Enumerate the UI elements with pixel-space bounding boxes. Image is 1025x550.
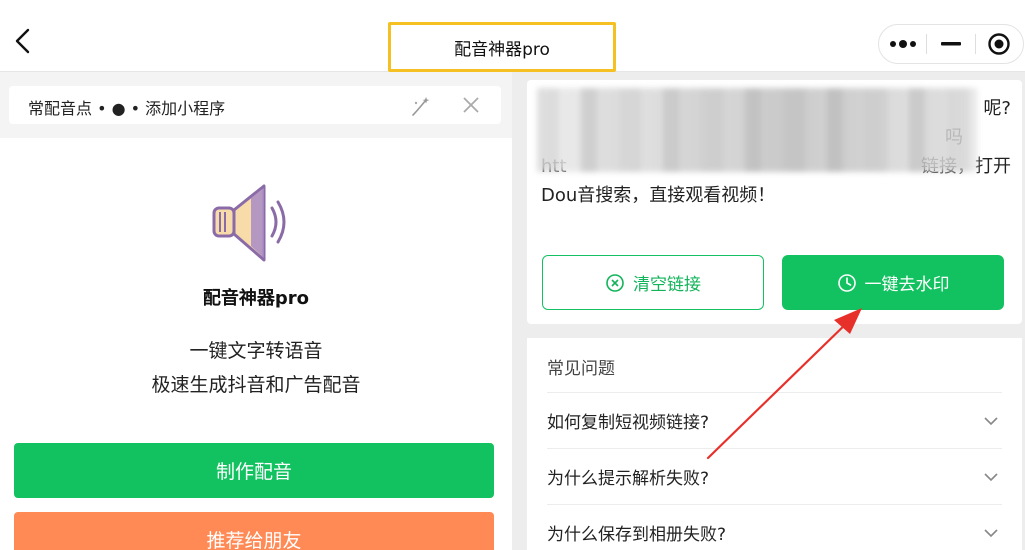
- clock-icon: [837, 273, 856, 292]
- faq-item[interactable]: 为什么保存到相册失败?: [547, 504, 1002, 550]
- more-button[interactable]: [879, 25, 926, 63]
- chevron-down-icon: [984, 416, 998, 425]
- circle-x-icon: [606, 273, 624, 292]
- faq-question: 如何复制短视频链接?: [547, 413, 710, 433]
- redacted-blur: [537, 88, 977, 172]
- make-dubbing-button[interactable]: 制作配音: [14, 443, 494, 498]
- link-input-card: 呢? 吗 htt链接，打开 Dou音搜索，直接观看视频！ 清空链接 一键去水印: [527, 80, 1022, 324]
- close-icon[interactable]: [461, 95, 481, 115]
- remove-watermark-label: 一键去水印: [864, 275, 950, 295]
- speaker-icon: [212, 184, 286, 262]
- more-dots-icon: [889, 40, 916, 48]
- add-mini-program-text: 常配音点 • ● • 添加小程序: [28, 99, 226, 118]
- faq-card: 常见问题 如何复制短视频链接? 为什么提示解析失败? 为什么保存到相册失败?: [527, 338, 1022, 550]
- chevron-left-icon[interactable]: [8, 26, 38, 56]
- add-mini-program-bar[interactable]: 常配音点 • ● • 添加小程序: [9, 86, 501, 124]
- recommend-to-friend-button[interactable]: 推荐给朋友: [14, 512, 494, 550]
- magic-wand-icon[interactable]: [409, 94, 433, 118]
- faq-item[interactable]: 为什么提示解析失败?: [547, 448, 1002, 504]
- exit-button[interactable]: [976, 25, 1023, 63]
- clear-link-label: 清空链接: [633, 275, 701, 295]
- left-panel: 常配音点 • ● • 添加小程序 配音神器pro 一键文字转语音 极速生成抖音和…: [0, 72, 512, 550]
- right-panel: 呢? 吗 htt链接，打开 Dou音搜索，直接观看视频！ 清空链接 一键去水印 …: [527, 80, 1022, 550]
- app-description-line1: 一键文字转语音: [189, 340, 323, 362]
- faq-item[interactable]: 如何复制短视频链接?: [547, 392, 1002, 448]
- chevron-down-icon: [984, 528, 998, 537]
- minimize-button[interactable]: [927, 25, 974, 63]
- target-close-icon: [988, 33, 1011, 55]
- clear-link-button[interactable]: 清空链接: [542, 255, 764, 310]
- app-intro-card: 配音神器pro 一键文字转语音 极速生成抖音和广告配音 制作配音 推荐给朋友: [0, 138, 512, 550]
- faq-question: 为什么保存到相册失败?: [547, 525, 727, 545]
- app-description-line2: 极速生成抖音和广告配音: [151, 374, 361, 396]
- faq-title: 常见问题: [547, 359, 615, 379]
- app-name: 配音神器pro: [202, 288, 310, 309]
- minimize-icon: [940, 42, 961, 46]
- faq-question: 为什么提示解析失败?: [547, 469, 710, 489]
- link-line-4: Dou音搜索，直接观看视频！: [541, 185, 776, 206]
- remove-watermark-button[interactable]: 一键去水印: [782, 255, 1004, 310]
- page-title: 配音神器pro: [388, 22, 616, 72]
- navigation-bar: 配音神器pro: [0, 0, 1025, 72]
- mini-program-capsule: [878, 24, 1024, 64]
- chevron-down-icon: [984, 472, 998, 481]
